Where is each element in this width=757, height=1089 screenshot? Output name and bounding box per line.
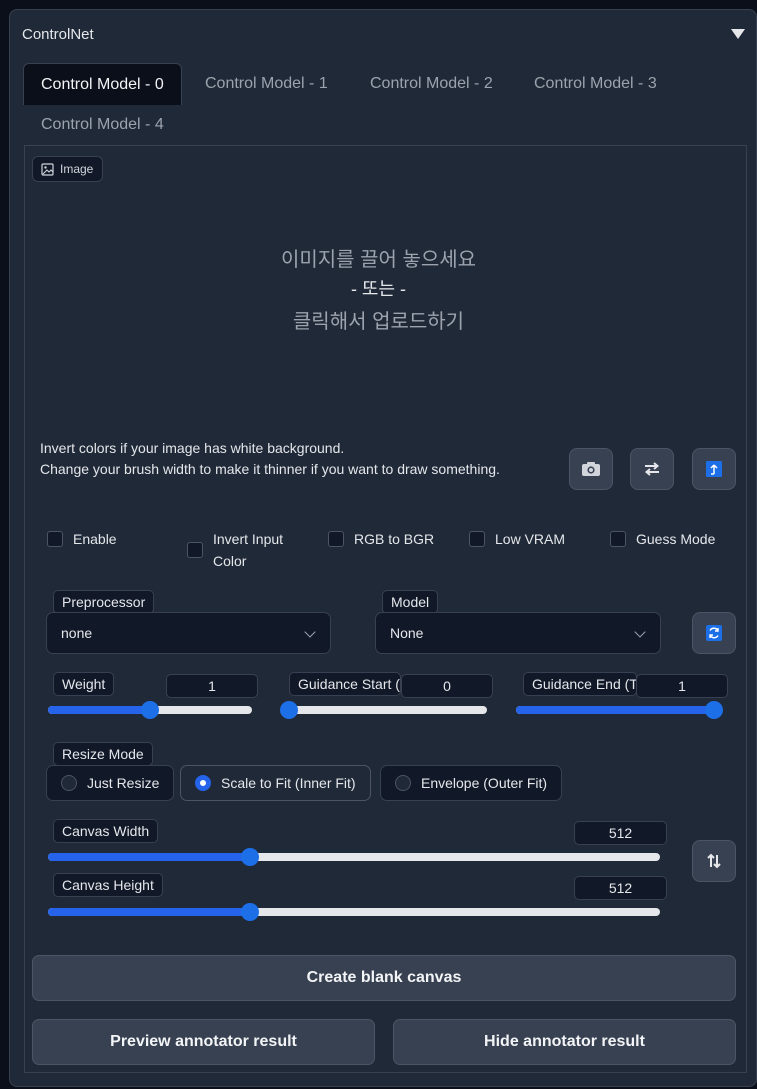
radio-button[interactable] — [61, 775, 77, 791]
drop-instruction: 이미지를 끌어 놓으세요 — [280, 249, 477, 271]
weight-slider[interactable] — [48, 701, 252, 719]
rgb-bgr-checkbox-row[interactable]: RGB to BGR — [328, 528, 434, 550]
refresh-models-button[interactable] — [692, 612, 736, 654]
radio-button-selected[interactable] — [195, 775, 211, 791]
enable-checkbox[interactable] — [47, 531, 63, 547]
invert-checkbox-row[interactable]: Invert Input Color — [187, 528, 283, 572]
hint-brush: Change your brush width to make it thinn… — [40, 461, 500, 477]
enable-label: Enable — [73, 531, 117, 547]
invert-input-color-checkbox[interactable] — [187, 542, 203, 558]
triangle-down-icon[interactable] — [731, 29, 745, 39]
rgb-to-bgr-label: RGB to BGR — [354, 531, 435, 547]
weight-label: Weight — [53, 672, 115, 696]
guidance-start-number-input[interactable]: 0 — [401, 674, 493, 698]
send-icon — [706, 461, 722, 477]
guidance-end-number-input[interactable]: 1 — [636, 674, 728, 698]
low-vram-checkbox[interactable] — [469, 531, 485, 547]
guidance-start-slider-thumb[interactable] — [280, 701, 298, 719]
tab-control-model-3[interactable]: Control Model - 3 — [517, 63, 674, 105]
chevron-down-icon — [634, 626, 646, 638]
preview-annotator-button[interactable]: Preview annotator result — [32, 1019, 375, 1065]
canvas-width-slider-fill — [48, 853, 250, 861]
radio-label: Just Resize — [87, 775, 160, 791]
weight-slider-fill — [48, 706, 150, 714]
radio-button[interactable] — [395, 775, 411, 791]
hide-annotator-button[interactable]: Hide annotator result — [393, 1019, 736, 1065]
tab-control-model-2[interactable]: Control Model - 2 — [353, 63, 510, 105]
guess-mode-label: Guess Mode — [636, 531, 716, 547]
guidance-end-label: Guidance End (T) — [523, 672, 637, 696]
tab-control-model-0[interactable]: Control Model - 0 — [23, 63, 182, 105]
swap-vertical-icon — [707, 853, 721, 869]
create-blank-canvas-button[interactable]: Create blank canvas — [32, 955, 736, 1001]
accordion-title[interactable]: ControlNet — [22, 26, 94, 43]
swap-dimensions-button[interactable] — [692, 840, 736, 882]
invert-label-line2: Color — [213, 553, 247, 569]
preprocessor-dropdown[interactable]: none — [46, 612, 331, 654]
guess-mode-checkbox[interactable] — [610, 531, 626, 547]
rgb-to-bgr-checkbox[interactable] — [328, 531, 344, 547]
send-dimensions-button[interactable] — [692, 448, 736, 490]
image-icon — [41, 162, 54, 176]
image-label: Image — [32, 156, 104, 182]
click-upload-text: 클릭해서 업로드하기 — [292, 311, 465, 333]
canvas-height-label: Canvas Height — [53, 873, 163, 897]
tab-control-model-1[interactable]: Control Model - 1 — [188, 63, 345, 105]
guidance-end-slider-fill — [516, 706, 714, 714]
camera-icon — [582, 462, 600, 476]
tab-control-model-4[interactable]: Control Model - 4 — [24, 104, 181, 146]
guidance-start-slider[interactable] — [280, 701, 487, 719]
preprocessor-value: none — [61, 625, 93, 641]
image-label-text: Image — [60, 162, 94, 176]
guidance-end-slider[interactable] — [516, 701, 723, 719]
canvas-height-slider-fill — [48, 908, 250, 916]
canvas-width-slider-thumb[interactable] — [240, 848, 259, 866]
weight-number-input[interactable]: 1 — [166, 674, 258, 698]
radio-label: Scale to Fit (Inner Fit) — [221, 775, 356, 791]
radio-label: Envelope (Outer Fit) — [421, 775, 548, 791]
resize-mode-label: Resize Mode — [53, 742, 153, 766]
canvas-width-label: Canvas Width — [53, 819, 159, 843]
canvas-width-slider[interactable] — [48, 848, 660, 866]
radio-envelope[interactable]: Envelope (Outer Fit) — [380, 765, 563, 801]
canvas-width-number-input[interactable]: 512 — [574, 821, 667, 845]
model-dropdown[interactable]: None — [375, 612, 661, 654]
invert-label-line1: Invert Input — [213, 531, 284, 547]
chevron-down-icon — [304, 626, 316, 638]
swap-colors-button[interactable] — [630, 448, 674, 490]
refresh-icon — [706, 625, 722, 641]
guidance-end-slider-thumb[interactable] — [705, 701, 723, 719]
guidance-start-label: Guidance Start (T) — [289, 672, 401, 696]
preprocessor-label: Preprocessor — [53, 590, 155, 614]
canvas-height-slider[interactable] — [48, 903, 660, 921]
radio-just-resize[interactable]: Just Resize — [46, 765, 175, 801]
canvas-height-slider-thumb[interactable] — [240, 903, 259, 921]
model-value: None — [390, 625, 424, 641]
hint-invert: Invert colors if your image has white ba… — [40, 440, 345, 456]
low-vram-checkbox-row[interactable]: Low VRAM — [469, 528, 565, 550]
canvas-height-number-input[interactable]: 512 — [574, 876, 667, 900]
enable-checkbox-row[interactable]: Enable — [47, 528, 117, 550]
drop-or: - 또는 - — [350, 279, 407, 299]
radio-scale-to-fit[interactable]: Scale to Fit (Inner Fit) — [180, 765, 371, 801]
model-label: Model — [382, 590, 439, 614]
webcam-button[interactable] — [569, 448, 613, 490]
weight-slider-thumb[interactable] — [141, 701, 159, 719]
guess-mode-checkbox-row[interactable]: Guess Mode — [610, 528, 715, 550]
swap-icon — [644, 462, 660, 476]
low-vram-label: Low VRAM — [495, 531, 566, 547]
